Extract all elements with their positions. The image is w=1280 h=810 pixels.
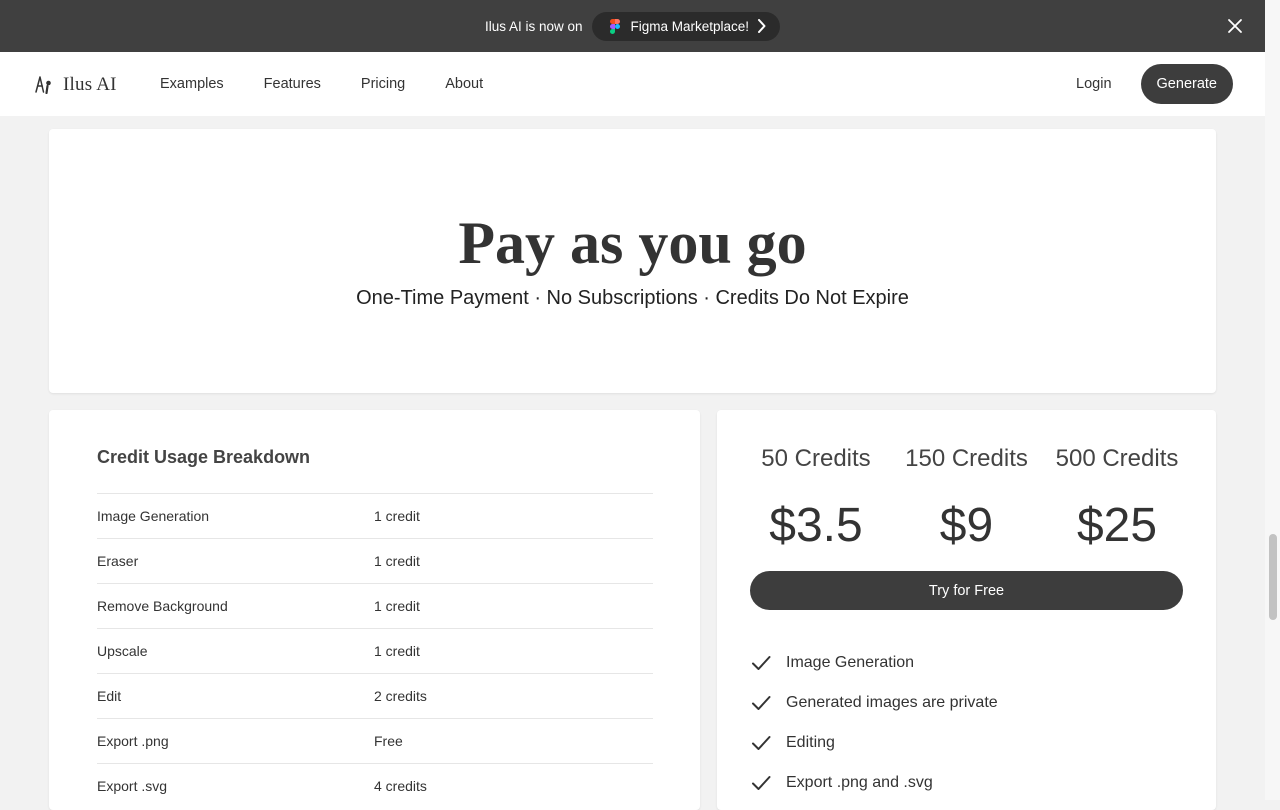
generate-button[interactable]: Generate <box>1140 64 1233 104</box>
list-item: Editing <box>751 723 998 763</box>
nav-features[interactable]: Features <box>264 76 321 92</box>
tier-50-credits[interactable]: 50 Credits $3.5 <box>741 444 891 554</box>
usage-cost: 1 credit <box>374 643 420 659</box>
usage-cost: 1 credit <box>374 508 420 524</box>
logo-icon <box>35 76 51 94</box>
usage-name: Export .svg <box>97 778 168 794</box>
try-for-free-button[interactable]: Try for Free <box>750 571 1183 610</box>
usage-cost: Free <box>374 733 403 749</box>
tier-credits: 500 Credits <box>1055 445 1179 472</box>
check-icon <box>752 696 771 710</box>
brand-name: Ilus AI <box>63 74 117 95</box>
table-row: Export .png Free <box>97 718 653 763</box>
close-icon <box>1228 19 1242 33</box>
scrollbar-thumb[interactable] <box>1269 534 1277 620</box>
usage-cost: 1 credit <box>374 553 420 569</box>
usage-name: Export .png <box>97 733 169 749</box>
usage-name: Eraser <box>97 553 139 569</box>
figma-icon <box>609 18 620 34</box>
credit-usage-card: Credit Usage Breakdown Image Generation … <box>49 410 700 810</box>
feature-list: Image Generation Generated images are pr… <box>751 643 998 803</box>
tier-price: $3.5 <box>769 499 863 552</box>
figma-marketplace-link[interactable]: Figma Marketplace! <box>591 11 781 41</box>
table-row: Image Generation 1 credit <box>97 493 653 538</box>
page-title: Pay as you go <box>458 210 807 276</box>
login-link[interactable]: Login <box>1076 76 1111 92</box>
feature-label: Editing <box>786 734 835 751</box>
check-icon <box>752 656 771 670</box>
tier-credits: 150 Credits <box>905 445 1028 472</box>
table-row: Remove Background 1 credit <box>97 583 653 628</box>
hero-card: Pay as you go One-Time Payment · No Subs… <box>49 129 1216 393</box>
usage-name: Remove Background <box>97 598 228 614</box>
nav-pricing[interactable]: Pricing <box>361 76 405 92</box>
list-item: Image Generation <box>751 643 998 683</box>
check-icon <box>752 736 771 750</box>
usage-cost: 2 credits <box>374 688 427 704</box>
brand-logo[interactable]: Ilus AI <box>35 74 117 96</box>
feature-label: Generated images are private <box>786 694 998 711</box>
table-row: Upscale 1 credit <box>97 628 653 673</box>
usage-cost: 4 credits <box>374 778 427 794</box>
banner-text: Ilus AI is now on <box>484 18 583 34</box>
announcement-banner: Ilus AI is now on Figma Marketplace! <box>0 0 1265 52</box>
nav-about[interactable]: About <box>445 76 483 92</box>
pricing-card: 50 Credits $3.5 150 Credits $9 500 Credi… <box>717 410 1216 810</box>
tier-price: $25 <box>1076 499 1158 552</box>
feature-label: Image Generation <box>786 654 915 671</box>
table-row: Eraser 1 credit <box>97 538 653 583</box>
close-banner-button[interactable] <box>1227 18 1243 34</box>
usage-name: Edit <box>97 688 122 704</box>
chevron-right-icon <box>758 19 766 33</box>
table-row: Export .svg 4 credits <box>97 763 653 808</box>
tier-credits: 50 Credits <box>761 445 871 472</box>
table-row: Edit 2 credits <box>97 673 653 718</box>
nav-actions: Login Generate <box>1076 52 1233 116</box>
tier-price: $9 <box>939 499 994 552</box>
credit-usage-title: Credit Usage Breakdown <box>97 447 311 467</box>
page-subtitle: One-Time Payment · No Subscriptions · Cr… <box>356 287 909 309</box>
check-icon <box>752 776 771 790</box>
usage-name: Upscale <box>97 643 148 659</box>
top-navbar: Ilus AI Examples Features Pricing About … <box>0 52 1265 116</box>
nav-examples[interactable]: Examples <box>160 76 224 92</box>
list-item: Generated images are private <box>751 683 998 723</box>
usage-cost: 1 credit <box>374 598 420 614</box>
figma-marketplace-label: Figma Marketplace! <box>630 18 750 34</box>
nav-links: Examples Features Pricing About <box>160 52 523 116</box>
tier-150-credits[interactable]: 150 Credits $9 <box>892 444 1042 554</box>
pricing-tiers: 50 Credits $3.5 150 Credits $9 500 Credi… <box>741 444 1192 554</box>
credit-usage-table: Image Generation 1 credit Eraser 1 credi… <box>97 493 653 808</box>
tier-500-credits[interactable]: 500 Credits $25 <box>1042 444 1192 554</box>
feature-label: Export .png and .svg <box>786 774 933 791</box>
usage-name: Image Generation <box>97 508 210 524</box>
page-scrollbar[interactable] <box>1265 0 1280 800</box>
list-item: Export .png and .svg <box>751 763 998 803</box>
